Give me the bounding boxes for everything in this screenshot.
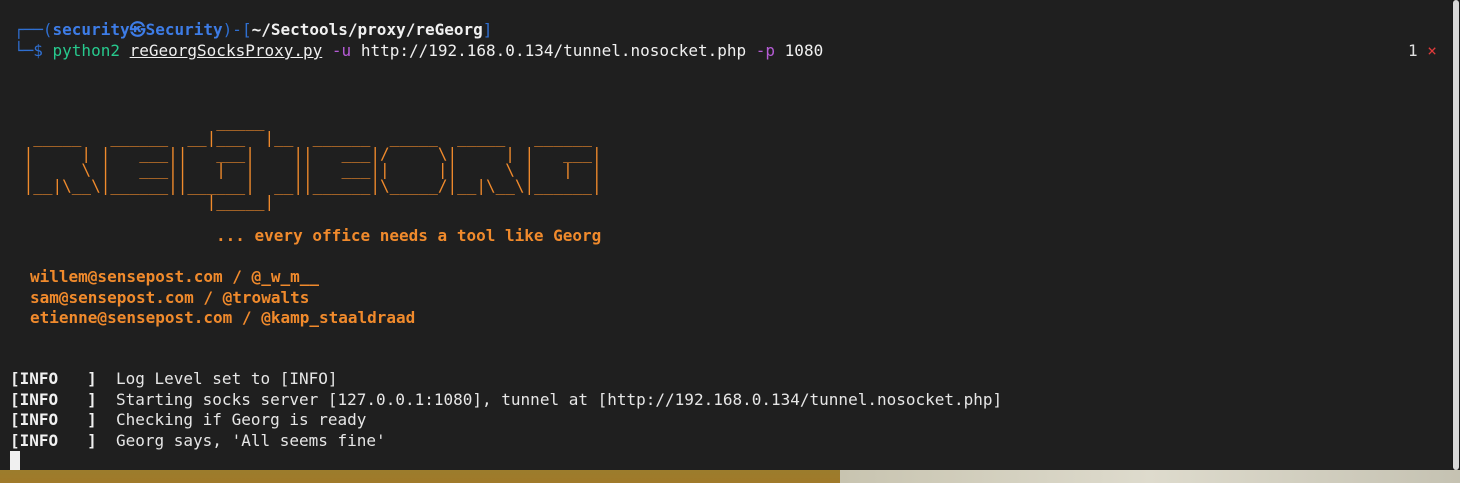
log-row: [INFO ] Checking if Georg is ready	[10, 410, 1002, 431]
prompt-corner-bottom: └─	[14, 41, 34, 60]
command-flag-p: -p	[755, 41, 776, 60]
log-message: Georg says, 'All seems fine'	[96, 430, 386, 450]
regeorg-ascii-banner: _____ _____ ______ __|___ |__ ______ ___…	[23, 112, 602, 211]
log-output: [INFO ] Log Level set to [INFO] [INFO ] …	[10, 369, 1002, 451]
log-message: Checking if Georg is ready	[96, 410, 367, 429]
contact-line: willem@sensepost.com / @_w_m__	[30, 267, 319, 286]
log-message: Log Level set to [INFO]	[96, 369, 338, 388]
contact-line: sam@sensepost.com / @trowalts	[30, 287, 310, 307]
scrollbar-thumb[interactable]	[1453, 0, 1459, 470]
command-line: └─$ python2 reGeorgSocksProxy.py -u http…	[14, 41, 823, 62]
log-message: Starting socks server [127.0.0.1:1080], …	[96, 389, 1003, 409]
log-row: [INFO ] Georg says, 'All seems fine'	[10, 431, 1002, 452]
desktop-strip	[840, 470, 1460, 483]
terminal-cursor[interactable]	[10, 451, 20, 470]
exit-error-icon: ×	[1427, 41, 1437, 60]
command-url: http://192.168.0.134/tunnel.nosocket.php	[360, 41, 747, 60]
banner-tagline: ... every office needs a tool like Georg	[216, 226, 602, 245]
command-port: 1080	[784, 41, 824, 60]
prompt-separator: )-[	[222, 20, 252, 39]
prompt-path: ~/Sectools/proxy/reGeorg	[251, 20, 483, 39]
log-level: [INFO ]	[10, 430, 97, 450]
prompt-header: ┌──(security㉿Security)-[~/Sectools/proxy…	[14, 20, 492, 41]
log-level: [INFO ]	[10, 389, 97, 409]
terminal-window[interactable]: ┌──(security㉿Security)-[~/Sectools/proxy…	[0, 0, 1454, 470]
command-flag-u: -u	[331, 41, 352, 60]
log-row: [INFO ] Log Level set to [INFO]	[10, 369, 1002, 390]
contact-line: etienne@sensepost.com / @kamp_staaldraad	[30, 308, 416, 327]
author-contacts: willem@sensepost.com / @_w_m__ sam@sense…	[30, 267, 415, 329]
log-level: [INFO ]	[10, 369, 97, 388]
log-row: [INFO ] Starting socks server [127.0.0.1…	[10, 390, 1002, 411]
prompt-user-host: security㉿Security	[52, 20, 223, 39]
prompt-corner-top: ┌──(	[14, 20, 53, 39]
prompt-dollar: $	[33, 41, 53, 60]
command-name: python2	[52, 41, 120, 60]
exit-status: 1 ×	[1408, 41, 1437, 62]
prompt-close-bracket: ]	[482, 20, 493, 39]
command-script: reGeorgSocksProxy.py	[129, 41, 323, 60]
exit-code: 1	[1408, 41, 1418, 60]
log-level: [INFO ]	[10, 410, 97, 429]
